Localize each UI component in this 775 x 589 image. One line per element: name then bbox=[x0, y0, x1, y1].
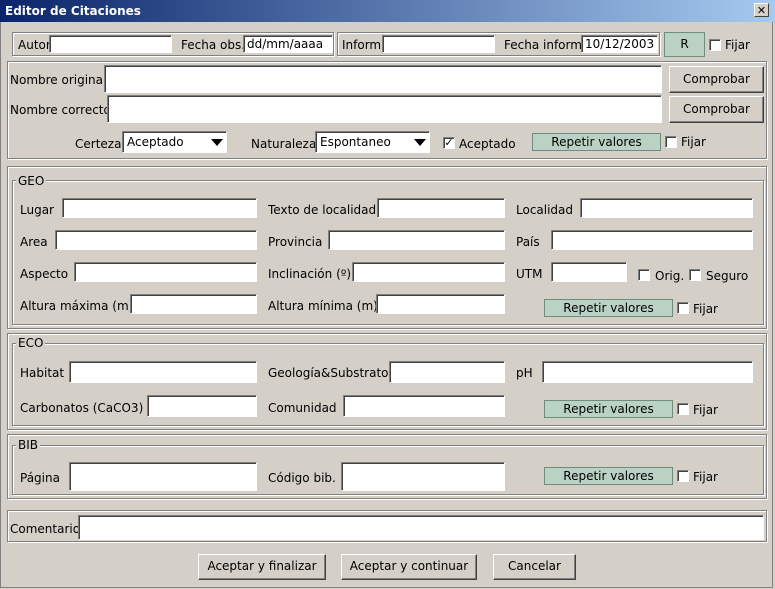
codigo-bib-input[interactable] bbox=[341, 462, 505, 491]
naturaleza-select[interactable]: Espontaneo bbox=[315, 131, 430, 153]
geologia-label: Geología&Substrato bbox=[268, 366, 389, 380]
utm-label: UTM bbox=[516, 267, 543, 281]
inform-label: Inform. bbox=[342, 38, 385, 52]
pagina-input[interactable] bbox=[69, 462, 257, 491]
bib-legend: BIB bbox=[16, 438, 41, 452]
fijar-names-checkbox[interactable] bbox=[665, 136, 677, 148]
area-label: Area bbox=[20, 235, 48, 249]
comentario-input[interactable] bbox=[78, 515, 764, 540]
comprobar-original-button[interactable]: Comprobar bbox=[669, 66, 764, 93]
window-title: Editor de Citaciones bbox=[5, 4, 141, 18]
autor-input[interactable] bbox=[49, 35, 172, 53]
carbonatos-label: Carbonatos (CaCO3) bbox=[20, 401, 144, 415]
inclinacion-input[interactable] bbox=[352, 262, 505, 282]
codigo-bib-label: Código bib. bbox=[268, 471, 336, 485]
fijar-bib-label: Fijar bbox=[693, 470, 718, 484]
repetir-eco-button[interactable]: Repetir valores bbox=[544, 400, 673, 418]
fijar-geo-checkbox[interactable] bbox=[677, 302, 689, 314]
eco-legend: ECO bbox=[16, 336, 46, 350]
inclinacion-label: Inclinación (º) bbox=[268, 267, 352, 281]
inform-input[interactable] bbox=[382, 35, 495, 53]
comunidad-label: Comunidad bbox=[268, 401, 337, 415]
fijar-eco-checkbox[interactable] bbox=[677, 403, 689, 415]
lugar-label: Lugar bbox=[20, 203, 54, 217]
comprobar-correcto-button[interactable]: Comprobar bbox=[669, 96, 764, 123]
localidad-label: Localidad bbox=[516, 203, 574, 217]
nombre-original-input[interactable] bbox=[104, 65, 662, 93]
seguro-label: Seguro bbox=[706, 269, 749, 283]
naturaleza-value: Espontaneo bbox=[320, 135, 391, 149]
geo-legend: GEO bbox=[16, 174, 47, 188]
nombre-correcto-input[interactable] bbox=[107, 95, 662, 123]
fijar-top-checkbox[interactable] bbox=[709, 39, 721, 51]
comunidad-input[interactable] bbox=[343, 395, 505, 417]
aceptar-continuar-button[interactable]: Aceptar y continuar bbox=[341, 554, 477, 580]
certeza-label: Certeza bbox=[75, 137, 122, 151]
aspecto-label: Aspecto bbox=[20, 267, 69, 281]
pais-input[interactable] bbox=[551, 230, 753, 250]
geologia-input[interactable] bbox=[389, 361, 505, 383]
aceptado-label: Aceptado bbox=[459, 137, 516, 151]
texto-localidad-input[interactable] bbox=[377, 198, 505, 218]
aceptado-checkbox[interactable]: ✓ bbox=[443, 137, 455, 149]
check-icon: ✓ bbox=[444, 136, 454, 149]
comentario-label: Comentario bbox=[10, 522, 81, 536]
close-button[interactable]: ✕ bbox=[754, 3, 769, 17]
repetir-geo-button[interactable]: Repetir valores bbox=[544, 299, 673, 317]
nombre-original-label: Nombre original bbox=[10, 73, 107, 87]
orig-checkbox[interactable] bbox=[638, 269, 650, 281]
fecha-obs-label: Fecha obs. bbox=[181, 38, 246, 52]
provincia-input[interactable] bbox=[328, 230, 505, 250]
repetir-names-button[interactable]: Repetir valores bbox=[532, 133, 661, 151]
area-input[interactable] bbox=[55, 230, 257, 250]
utm-input[interactable] bbox=[551, 262, 627, 282]
fecha-obs-input[interactable]: dd/mm/aaaa bbox=[243, 35, 333, 53]
fecha-inform-input[interactable]: 10/12/2003 bbox=[581, 35, 658, 53]
fijar-bib-checkbox[interactable] bbox=[677, 470, 689, 482]
carbonatos-input[interactable] bbox=[147, 395, 257, 417]
ph-input[interactable] bbox=[542, 361, 753, 383]
pagina-label: Página bbox=[20, 471, 60, 485]
habitat-label: Habitat bbox=[20, 366, 65, 380]
r-button[interactable]: R bbox=[664, 32, 705, 57]
lugar-input[interactable] bbox=[62, 198, 257, 218]
fijar-eco-label: Fijar bbox=[693, 403, 718, 417]
orig-label: Orig. bbox=[655, 269, 685, 283]
pais-label: País bbox=[516, 235, 540, 249]
altura-min-label: Altura mínima (m) bbox=[268, 299, 378, 313]
provincia-label: Provincia bbox=[268, 235, 323, 249]
altura-min-input[interactable] bbox=[376, 294, 505, 314]
altura-max-input[interactable] bbox=[130, 294, 257, 314]
seguro-checkbox[interactable] bbox=[689, 269, 701, 281]
fecha-inform-label: Fecha inform. bbox=[504, 38, 586, 52]
fijar-top-label: Fijar bbox=[725, 38, 750, 52]
aceptar-finalizar-button[interactable]: Aceptar y finalizar bbox=[198, 554, 326, 580]
fijar-names-label: Fijar bbox=[681, 135, 706, 149]
altura-max-label: Altura máxima (m) bbox=[20, 299, 134, 313]
repetir-bib-button[interactable]: Repetir valores bbox=[544, 467, 673, 485]
ph-label: pH bbox=[516, 366, 533, 380]
habitat-input[interactable] bbox=[69, 361, 257, 383]
aspecto-input[interactable] bbox=[74, 262, 257, 282]
autor-label: Autor bbox=[18, 38, 51, 52]
localidad-input[interactable] bbox=[580, 198, 753, 218]
fijar-geo-label: Fijar bbox=[693, 302, 718, 316]
close-icon: ✕ bbox=[756, 4, 767, 17]
naturaleza-label: Naturaleza bbox=[251, 137, 317, 151]
chevron-down-icon bbox=[211, 139, 223, 146]
certeza-value: Aceptado bbox=[127, 135, 184, 149]
texto-localidad-label: Texto de localidad bbox=[268, 203, 377, 217]
cancelar-button[interactable]: Cancelar bbox=[493, 554, 576, 580]
chevron-down-icon bbox=[414, 139, 426, 146]
certeza-select[interactable]: Aceptado bbox=[122, 131, 227, 153]
nombre-correcto-label: Nombre correcto bbox=[10, 103, 111, 117]
